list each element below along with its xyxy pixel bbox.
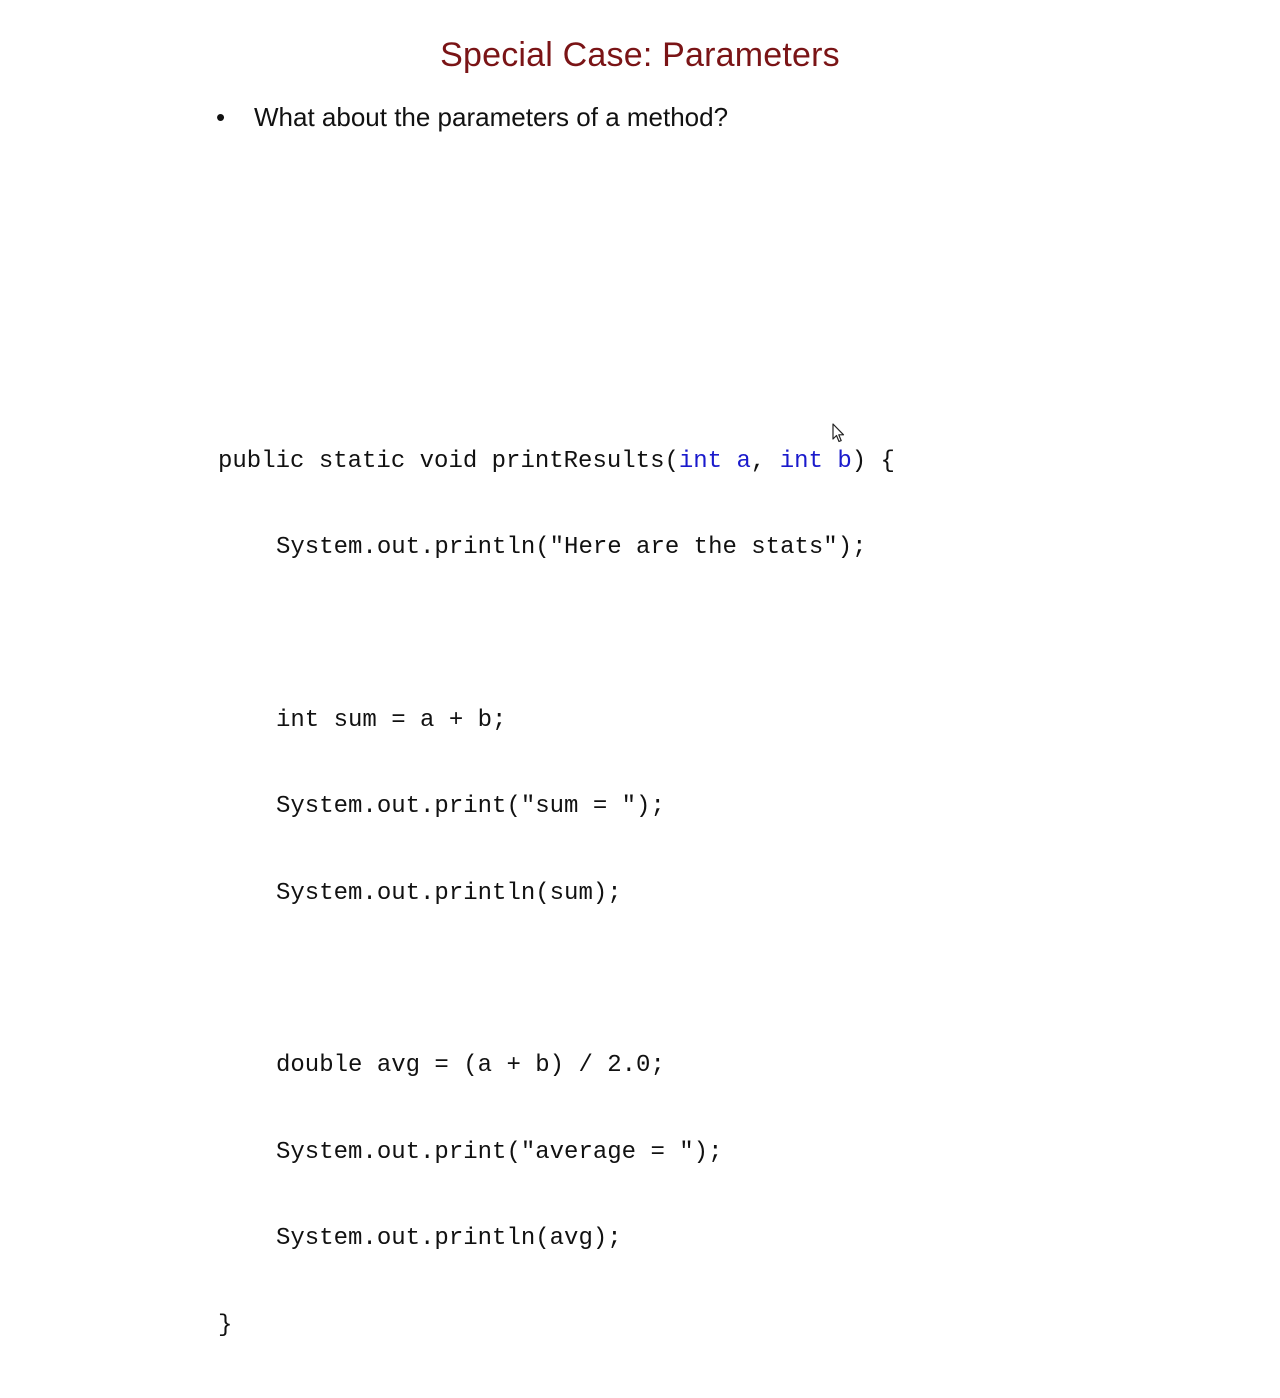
code-line-blank-2: [218, 966, 895, 995]
code-signature-suffix: ) {: [851, 447, 895, 475]
code-block: public static void printResults(int a, i…: [218, 390, 895, 1398]
bullet-marker: •: [216, 102, 226, 132]
bullet-text: What about the parameters of a method?: [254, 102, 729, 132]
slide-title: Special Case: Parameters: [440, 36, 840, 74]
slide: Special Case: Parameters • What about the…: [0, 0, 1280, 1339]
code-line-println-sum: System.out.println(sum);: [276, 879, 622, 907]
code-line-blank-1: [218, 620, 895, 649]
bullet-item: • What about the parameters of a method?: [216, 102, 728, 133]
code-param-separator: ,: [750, 447, 780, 475]
code-signature-prefix: public static void printResults(: [218, 447, 679, 475]
mouse-pointer-icon: [832, 423, 845, 443]
code-line-print-sum-label: System.out.print("sum = ");: [276, 793, 665, 821]
code-line-println-avg: System.out.println(avg);: [276, 1225, 622, 1253]
code-line-avg-decl: double avg = (a + b) / 2.0;: [276, 1052, 665, 1080]
code-line-signature: public static void printResults(int a, i…: [218, 448, 895, 477]
code-param-a: int a: [678, 447, 751, 475]
code-line-println-header: System.out.println("Here are the stats")…: [276, 533, 867, 561]
code-line-sum-decl: int sum = a + b;: [276, 706, 507, 734]
code-line-closing-brace: }: [218, 1311, 233, 1339]
code-line-print-avg-label: System.out.print("average = ");: [276, 1138, 723, 1166]
code-param-b: int b: [779, 447, 852, 475]
